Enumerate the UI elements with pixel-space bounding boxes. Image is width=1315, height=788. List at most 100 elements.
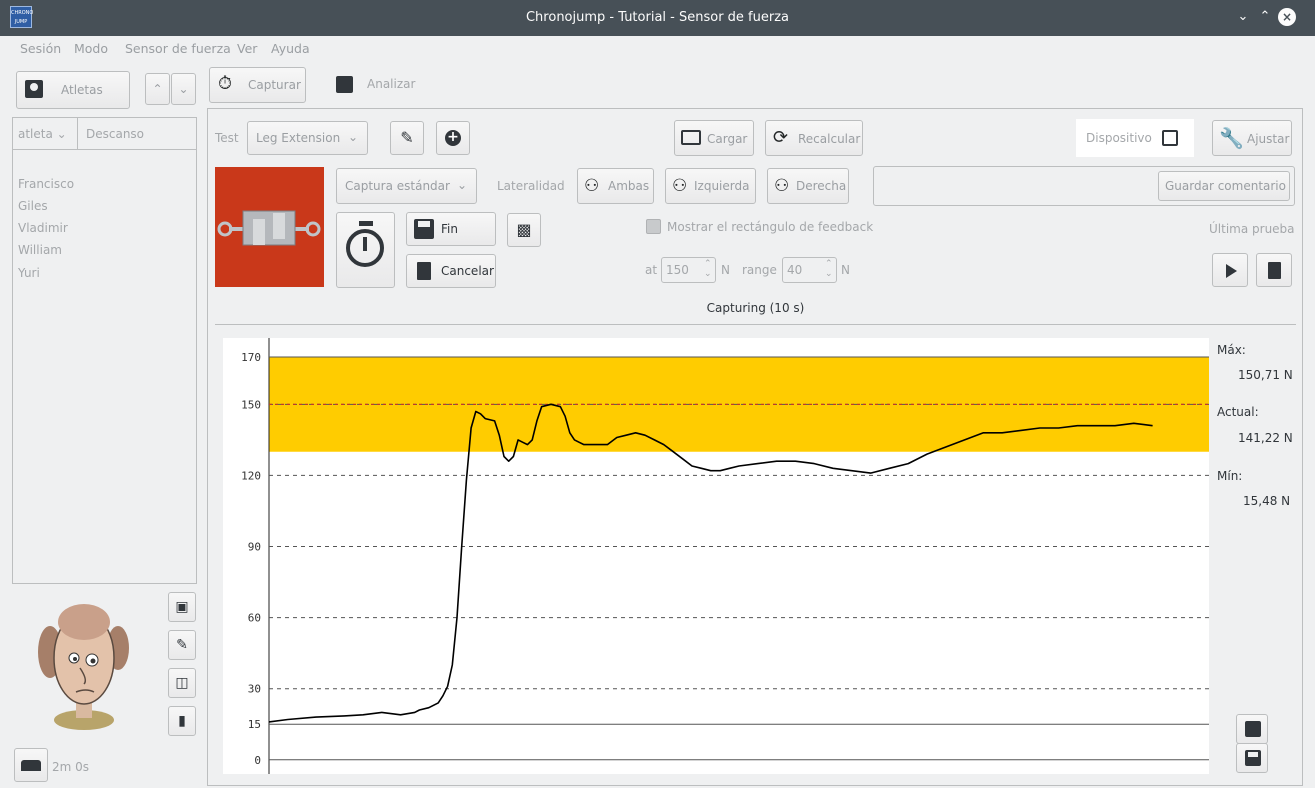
- current-label: Actual:: [1217, 405, 1259, 419]
- window-title: Chronojump - Tutorial - Sensor de fuerza: [525, 10, 789, 25]
- capture-mode-select[interactable]: Captura estándar ⌄: [336, 168, 477, 204]
- edit-athlete-button[interactable]: ✎: [168, 630, 196, 660]
- rest-time: 2m 0s: [52, 760, 90, 774]
- tab-capture[interactable]: ⏱ Capturar: [209, 67, 306, 103]
- min-value: 15,48 N: [1243, 494, 1291, 508]
- force-chart: 0 15 30 60 90 120 150 170: [223, 338, 1209, 774]
- person-right-icon: ⚇: [774, 176, 790, 196]
- y-tick-label: 150: [241, 398, 261, 411]
- list-item[interactable]: Francisco: [18, 177, 74, 191]
- add-test-button[interactable]: +: [436, 121, 470, 155]
- stopwatch-icon: [346, 229, 384, 267]
- athletes-button[interactable]: Atletas: [16, 71, 130, 109]
- sofa-icon: [21, 760, 41, 771]
- range-spinner[interactable]: 40 ⌃ ⌄: [782, 257, 837, 283]
- folder-search-icon: ◫: [175, 675, 189, 691]
- column-header-athlete[interactable]: atleta ⌄: [18, 127, 67, 141]
- tab-capture-label: Capturar: [248, 78, 301, 92]
- laterality-both-label: Ambas: [608, 179, 650, 193]
- chevron-down-icon: ⌄: [457, 178, 468, 192]
- force-series-line: [268, 403, 1153, 723]
- y-tick-label: 120: [241, 469, 261, 482]
- analyze-chart-button[interactable]: [1236, 714, 1268, 744]
- maximize-chevron-up-icon[interactable]: ⌃: [1256, 8, 1274, 26]
- refresh-icon: ⟳: [773, 127, 789, 148]
- pencil-icon: ✎: [176, 637, 188, 653]
- menu-mode[interactable]: Modo: [74, 41, 108, 56]
- trash-icon: ▮: [178, 713, 186, 729]
- capture-status: Capturing (10 s): [706, 301, 805, 315]
- video-off-icon: ▩: [516, 220, 532, 239]
- video-off-button[interactable]: ▩: [507, 213, 541, 247]
- range-value: 40: [787, 263, 803, 277]
- chevron-down-icon: ⌄: [348, 130, 359, 144]
- laterality-right-label: Derecha: [796, 179, 847, 193]
- delete-athlete-button[interactable]: ▮: [168, 706, 196, 736]
- y-tick-label: 170: [241, 351, 261, 364]
- device-button-label: Dispositivo: [1086, 131, 1152, 145]
- finish-button[interactable]: Fin: [406, 212, 496, 246]
- list-item[interactable]: Vladimir: [18, 221, 68, 235]
- bar-chart-icon: [1245, 721, 1261, 737]
- at-label: at: [645, 263, 658, 277]
- menu-help[interactable]: Ayuda: [271, 41, 310, 56]
- adjust-button[interactable]: 🔧 Ajustar: [1212, 120, 1292, 156]
- find-athlete-button[interactable]: ◫: [168, 668, 196, 698]
- edit-test-button[interactable]: ✎: [390, 121, 424, 155]
- list-item[interactable]: William: [18, 243, 62, 257]
- feedback-checkbox[interactable]: [646, 219, 661, 234]
- delete-last-test-button[interactable]: [1256, 253, 1292, 287]
- save-comment-label: Guardar comentario: [1165, 179, 1286, 193]
- laterality-label: Lateralidad: [497, 179, 565, 193]
- save-chart-button[interactable]: [1236, 743, 1268, 773]
- last-test-label: Última prueba: [1209, 222, 1295, 236]
- load-button-label: Cargar: [707, 132, 748, 146]
- test-select-value: Leg Extension: [256, 131, 341, 145]
- athlete-photo-button[interactable]: ▣: [168, 592, 196, 622]
- athletes-label: Atletas: [61, 83, 103, 97]
- play-icon: [1226, 264, 1237, 278]
- max-value: 150,71 N: [1238, 368, 1293, 382]
- chevron-up-icon: ⌃: [152, 82, 163, 96]
- play-last-test-button[interactable]: [1212, 253, 1248, 287]
- athlete-down-button[interactable]: ⌄: [171, 73, 196, 105]
- stopwatch-button[interactable]: [336, 212, 395, 288]
- minimize-chevron-down-icon[interactable]: ⌄: [1234, 8, 1252, 26]
- rest-button[interactable]: [14, 748, 48, 782]
- chevron-down-icon: ⌄: [56, 127, 67, 141]
- person-left-icon: ⚇: [672, 176, 688, 196]
- at-spinner[interactable]: 150 ⌃ ⌄: [661, 257, 716, 283]
- save-floppy-icon: [414, 219, 434, 239]
- menu-view[interactable]: Ver: [237, 41, 257, 56]
- plus-circle-icon: +: [445, 130, 461, 146]
- test-select[interactable]: Leg Extension ⌄: [247, 121, 368, 155]
- test-label: Test: [215, 131, 239, 145]
- save-comment-button[interactable]: Guardar comentario: [1158, 171, 1290, 201]
- laterality-right-button[interactable]: ⚇ Derecha: [767, 168, 849, 204]
- list-item[interactable]: Giles: [18, 199, 48, 213]
- feedback-checkbox-label: Mostrar el rectángulo de feedback: [667, 220, 874, 234]
- close-icon[interactable]: ×: [1278, 8, 1296, 26]
- column-header-rest[interactable]: Descanso: [86, 127, 144, 141]
- recalculate-button-label: Recalcular: [798, 132, 861, 146]
- tab-analyze[interactable]: Analizar: [324, 67, 434, 103]
- load-button[interactable]: Cargar: [674, 120, 754, 156]
- list-item[interactable]: Yuri: [18, 266, 40, 280]
- laterality-left-label: Izquierda: [694, 179, 750, 193]
- save-floppy-icon: [1245, 750, 1261, 766]
- y-tick-label: 30: [248, 683, 261, 696]
- y-tick-label: 15: [248, 718, 261, 731]
- capture-mode-value: Captura estándar: [345, 179, 450, 193]
- cancel-button-label: Cancelar: [441, 264, 494, 278]
- menu-force-sensor[interactable]: Sensor de fuerza: [125, 41, 231, 56]
- athlete-avatar: [38, 604, 129, 730]
- at-unit: N: [721, 263, 730, 277]
- cancel-button[interactable]: Cancelar: [406, 254, 496, 288]
- athlete-up-button[interactable]: ⌃: [145, 73, 170, 105]
- menu-session[interactable]: Sesión: [20, 41, 61, 56]
- device-button[interactable]: Dispositivo: [1076, 119, 1194, 157]
- tab-analyze-label: Analizar: [367, 77, 416, 91]
- recalculate-button[interactable]: ⟳ Recalcular: [765, 120, 863, 156]
- laterality-left-button[interactable]: ⚇ Izquierda: [665, 168, 756, 204]
- laterality-both-button[interactable]: ⚇ Ambas: [577, 168, 654, 204]
